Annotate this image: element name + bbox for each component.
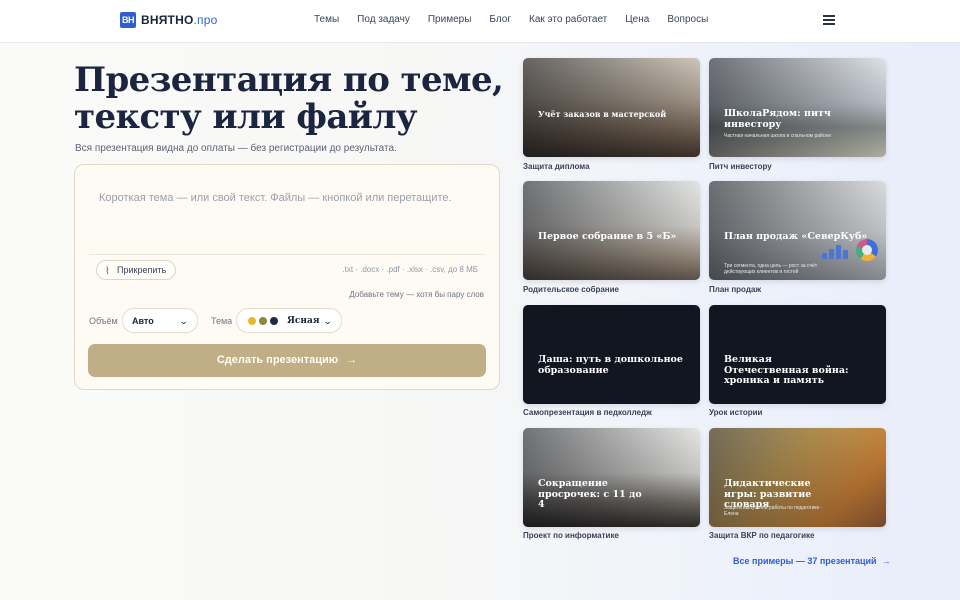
nav-item-examples[interactable]: Примеры xyxy=(428,14,472,25)
make-presentation-label: Сделать презентацию xyxy=(216,354,339,366)
theme-select[interactable]: Ясная ⌄ xyxy=(236,308,342,333)
logo-text: ВНЯТНО.про xyxy=(141,13,217,27)
example-title: Даша: путь в дошкольное образование xyxy=(538,354,683,376)
example-card-self-presentation[interactable]: Даша: путь в дошкольное образование xyxy=(523,305,700,404)
volume-value: Авто xyxy=(132,315,154,326)
chevron-down-icon: ⌄ xyxy=(323,316,334,326)
validation-hint: Добавьте тему — хотя бы пару слов xyxy=(349,290,484,299)
example-title: Учёт заказов в мастерской xyxy=(538,109,667,119)
hamburger-menu-icon[interactable] xyxy=(823,15,835,25)
paperclip-icon: ⌇ xyxy=(105,266,110,277)
nav-item-tasks[interactable]: Под задачу xyxy=(357,14,410,25)
theme-color-swatch xyxy=(270,316,278,325)
example-title: Первое собрание в 5 «Б» xyxy=(538,231,677,242)
theme-label: Тема xyxy=(211,316,233,326)
example-caption[interactable]: Защита диплома xyxy=(523,162,590,171)
example-caption[interactable]: Питч инвестору xyxy=(709,162,772,171)
example-subtitle: Защита выпускной работы по педагогике · … xyxy=(724,505,823,517)
page-subtitle: Вся презентация видна до оплаты — без ре… xyxy=(75,143,397,154)
example-title: Сокращение просрочек: с 11 до 4 xyxy=(538,478,642,510)
example-caption[interactable]: Родительское собрание xyxy=(523,285,619,294)
nav-item-themes[interactable]: Темы xyxy=(314,14,339,25)
volume-label: Объём xyxy=(89,316,118,326)
chevron-down-icon: ⌄ xyxy=(179,316,190,326)
logo-main: ВНЯТНО xyxy=(141,13,194,27)
file-formats-hint: .txt · .docx · .pdf · .xlsx · .csv, до 8… xyxy=(342,265,478,274)
nav-item-how-it-works[interactable]: Как это работает xyxy=(529,14,607,25)
nav-item-faq[interactable]: Вопросы xyxy=(667,14,708,25)
arrow-right-icon: → xyxy=(346,354,358,366)
main-nav: Темы Под задачу Примеры Блог Как это раб… xyxy=(314,14,708,25)
all-examples-label: Все примеры — 37 презентаций xyxy=(733,556,877,566)
example-caption[interactable]: Урок истории xyxy=(709,408,762,417)
example-card-pitch[interactable]: ШколаРядом: питч инвестору Частная начал… xyxy=(709,58,886,157)
attach-label: Прикрепить xyxy=(117,265,167,275)
logo-mark: ВН xyxy=(120,12,136,28)
arrow-right-icon: → xyxy=(881,556,891,566)
create-form: Короткая тема — или свой текст. Файлы — … xyxy=(74,164,500,390)
make-presentation-button[interactable]: Сделать презентацию → xyxy=(88,344,486,377)
bar-chart-icon xyxy=(822,243,850,259)
example-card-sales-plan[interactable]: План продаж «СеверКуб» Три сегмента, одн… xyxy=(709,181,886,280)
logo[interactable]: ВН ВНЯТНО.про xyxy=(120,12,217,28)
all-examples-link[interactable]: Все примеры — 37 презентаций → xyxy=(733,556,891,566)
example-subtitle: Частная начальная школа в спальном район… xyxy=(724,133,832,139)
example-card-parents-meeting[interactable]: Первое собрание в 5 «Б» xyxy=(523,181,700,280)
site-header: ВН ВНЯТНО.про Темы Под задачу Примеры Бл… xyxy=(0,0,960,43)
nav-item-blog[interactable]: Блог xyxy=(489,14,511,25)
example-title: ШколаРядом: питч инвестору xyxy=(724,108,831,130)
topic-input[interactable]: Короткая тема — или свой текст. Файлы — … xyxy=(99,192,452,204)
example-caption[interactable]: Проект по информатике xyxy=(523,531,619,540)
theme-color-swatch xyxy=(259,316,267,325)
divider xyxy=(89,254,485,255)
example-card-diploma[interactable]: Учёт заказов в мастерской xyxy=(523,58,700,157)
logo-accent: .про xyxy=(193,13,218,27)
theme-color-swatch xyxy=(248,316,256,325)
example-caption[interactable]: Самопрезентация в педколледж xyxy=(523,408,652,417)
example-caption[interactable]: План продаж xyxy=(709,285,761,294)
example-caption[interactable]: Защита ВКР по педагогике xyxy=(709,531,815,540)
example-card-history[interactable]: Великая Отечественная война: хроника и п… xyxy=(709,305,886,404)
example-card-informatics[interactable]: Сокращение просрочек: с 11 до 4 xyxy=(523,428,700,527)
theme-value: Ясная xyxy=(287,315,320,326)
attach-button[interactable]: ⌇ Прикрепить xyxy=(96,260,177,280)
example-card-pedagogy[interactable]: Дидактические игры: развитие словаря Защ… xyxy=(709,428,886,527)
page-title: Презентация по теме, тексту или файлу xyxy=(74,60,504,137)
nav-item-price[interactable]: Цена xyxy=(625,14,649,25)
example-title: Великая Отечественная война: хроника и п… xyxy=(724,354,849,386)
example-title: План продаж «СеверКуб» xyxy=(724,231,868,242)
example-subtitle: Три сегмента, одна цель — рост за счёт д… xyxy=(724,263,818,275)
volume-select[interactable]: Авто ⌄ xyxy=(122,308,198,333)
